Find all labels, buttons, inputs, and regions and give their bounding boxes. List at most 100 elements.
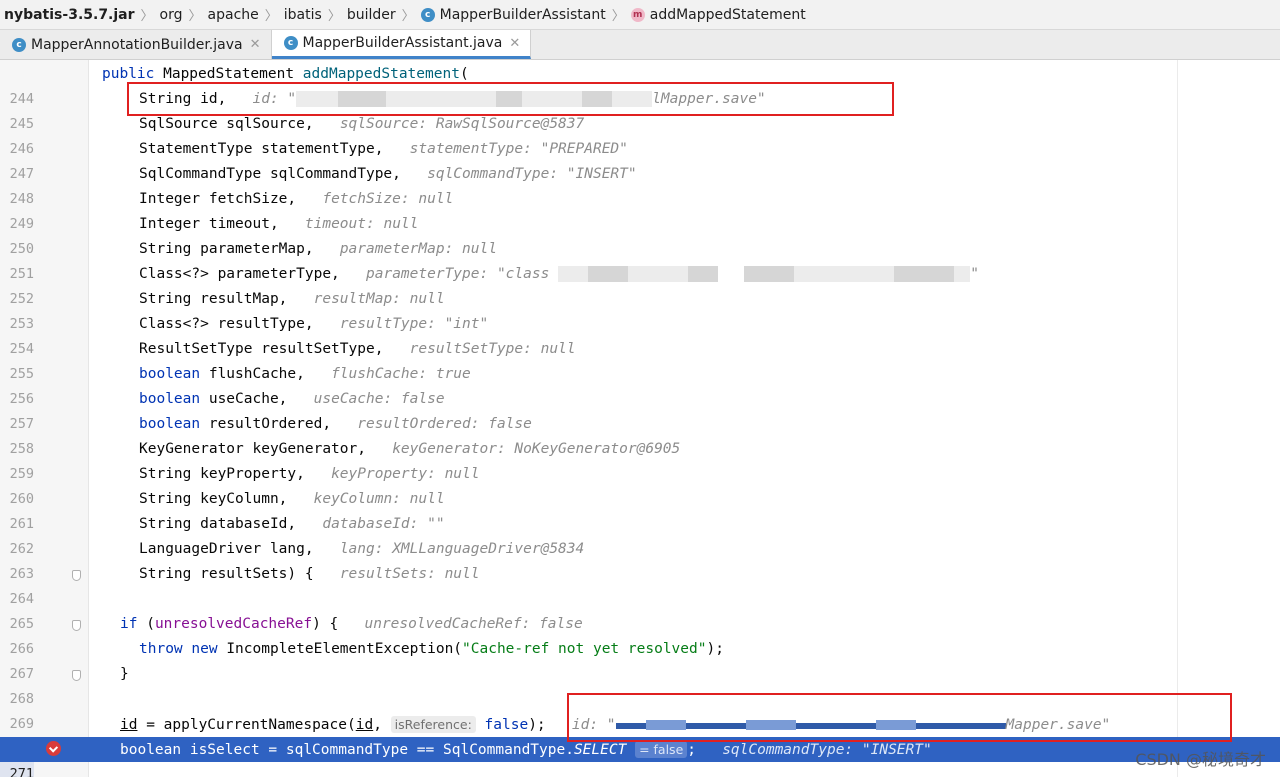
code-field: unresolvedCacheRef bbox=[154, 616, 313, 632]
code-enum-constant: SELECT bbox=[573, 742, 627, 758]
debug-value-hint: keyColumn: null bbox=[313, 491, 445, 507]
code-text: SqlSource sqlSource, bbox=[139, 116, 314, 132]
code-text: String keyProperty, bbox=[139, 466, 305, 482]
code-keyword: boolean bbox=[139, 416, 201, 432]
code-line: 264 String resultSets) { resultSets: nul… bbox=[0, 562, 1280, 607]
code-text: ); bbox=[528, 717, 546, 733]
code-text: useCache, bbox=[200, 391, 288, 407]
code-argument: id bbox=[355, 717, 374, 733]
navigation-breadcrumb: nybatis-3.5.7.jar 〉 org 〉 apache 〉 ibati… bbox=[0, 0, 1280, 30]
class-c-icon: c bbox=[283, 36, 298, 50]
close-icon[interactable]: ✕ bbox=[509, 36, 520, 51]
code-line: 252 Class<?> parameterType, parameterTyp… bbox=[0, 262, 1280, 307]
code-line: 248 SqlCommandType sqlCommandType, sqlCo… bbox=[0, 162, 1280, 207]
code-line: 257 boolean useCache, useCache: false bbox=[0, 387, 1280, 432]
fold-marker-icon[interactable] bbox=[72, 570, 81, 581]
code-text: ResultSetType resultSetType, bbox=[139, 341, 384, 357]
breadcrumb-chevron-icon: 〉 bbox=[140, 9, 154, 24]
code-line: 262 String databaseId, databaseId: "" bbox=[0, 512, 1280, 557]
breadcrumb-chevron-icon: 〉 bbox=[264, 9, 278, 24]
breadcrumb-class-label: MapperBuilderAssistant bbox=[439, 6, 606, 23]
redacted-text bbox=[588, 266, 629, 282]
debug-value-hint: resultOrdered: false bbox=[357, 416, 532, 432]
code-text: ); bbox=[706, 641, 724, 657]
debug-value-hint: timeout: null bbox=[304, 216, 419, 232]
editor-tab-bar: c MapperAnnotationBuilder.java ✕ c Mappe… bbox=[0, 30, 1280, 60]
debug-value-hint: databaseId: "" bbox=[322, 516, 445, 532]
code-text: String keyColumn, bbox=[139, 491, 288, 507]
code-keyword: public bbox=[102, 66, 155, 82]
code-text: ( bbox=[137, 616, 155, 632]
code-text: ; bbox=[687, 742, 696, 758]
debug-value-hint: parameterMap: null bbox=[339, 241, 497, 257]
debug-value-hint: sqlCommandType: "INSERT" bbox=[722, 742, 932, 758]
tab-mapper-annotation-builder[interactable]: c MapperAnnotationBuilder.java ✕ bbox=[0, 30, 272, 59]
breadcrumb-package-builder[interactable]: builder bbox=[343, 7, 400, 23]
code-line: 247 StatementType statementType, stateme… bbox=[0, 137, 1280, 182]
code-line: 253 String resultMap, resultMap: null bbox=[0, 287, 1280, 332]
code-line: 255 ResultSetType resultSetType, resultS… bbox=[0, 337, 1280, 382]
code-text: String databaseId, bbox=[139, 516, 297, 532]
code-line: 267 throw new IncompleteElementException… bbox=[0, 637, 1280, 682]
code-text: = applyCurrentNamespace( bbox=[137, 717, 356, 733]
breadcrumb-class[interactable]: c MapperBuilderAssistant bbox=[417, 7, 610, 23]
debug-value-hint: fetchSize: null bbox=[322, 191, 454, 207]
redacted-text bbox=[894, 266, 955, 282]
code-text: Class<?> resultType, bbox=[139, 316, 314, 332]
code-text: KeyGenerator keyGenerator, bbox=[139, 441, 366, 457]
breadcrumb-chevron-icon: 〉 bbox=[327, 9, 341, 24]
code-keyword: boolean bbox=[139, 391, 201, 407]
inline-value-hint: = false bbox=[635, 741, 688, 758]
code-line: 265 bbox=[0, 587, 1280, 632]
code-text: IncompleteElementException( bbox=[217, 641, 463, 657]
code-text: Integer timeout, bbox=[139, 216, 279, 232]
code-text: ( bbox=[459, 66, 469, 82]
code-line: 254 Class<?> resultType, resultType: "in… bbox=[0, 312, 1280, 357]
code-editor[interactable]: 244 public MappedStatement addMappedStat… bbox=[0, 60, 1280, 777]
tab-label: MapperBuilderAssistant.java bbox=[302, 35, 503, 51]
debug-value-hint: flushCache: true bbox=[331, 366, 471, 382]
code-line: 260 String keyProperty, keyProperty: nul… bbox=[0, 462, 1280, 507]
breadcrumb-package-apache[interactable]: apache bbox=[204, 7, 263, 23]
code-text: Integer fetchSize, bbox=[139, 191, 297, 207]
debug-value-hint: keyGenerator: NoKeyGenerator@6905 bbox=[392, 441, 681, 457]
debug-value-hint: useCache: false bbox=[313, 391, 445, 407]
code-keyword: false bbox=[484, 717, 529, 733]
breadcrumb-jar[interactable]: nybatis-3.5.7.jar bbox=[0, 7, 139, 23]
code-type: MappedStatement bbox=[154, 66, 303, 82]
code-line: 251 String parameterMap, parameterMap: n… bbox=[0, 237, 1280, 282]
breadcrumb-package-org[interactable]: org bbox=[156, 7, 187, 23]
breakpoint-icon[interactable] bbox=[46, 741, 61, 756]
code-text: String resultSets) { bbox=[139, 566, 314, 582]
method-m-icon: m bbox=[630, 7, 645, 22]
code-line: 266 if (unresolvedCacheRef) { unresolved… bbox=[0, 612, 1280, 657]
code-text: Class<?> parameterType, bbox=[139, 266, 340, 282]
breadcrumb-chevron-icon: 〉 bbox=[188, 9, 202, 24]
tab-mapper-builder-assistant[interactable]: c MapperBuilderAssistant.java ✕ bbox=[271, 30, 532, 59]
code-text: String parameterMap, bbox=[139, 241, 314, 257]
redacted-text bbox=[628, 266, 689, 282]
code-variable: id bbox=[120, 717, 138, 733]
debug-value-hint: parameterType: "class bbox=[366, 266, 550, 282]
code-keyword: throw bbox=[139, 641, 183, 657]
redacted-text bbox=[558, 266, 589, 282]
code-method-name: addMappedStatement bbox=[302, 66, 460, 82]
code-string: "Cache-ref not yet resolved" bbox=[462, 641, 707, 657]
code-line: 250 Integer timeout, timeout: null bbox=[0, 212, 1280, 257]
code-text: isSelect = sqlCommandType == SqlCommandT… bbox=[181, 742, 574, 758]
highlight-box-id-param bbox=[127, 82, 894, 116]
fold-marker-icon[interactable] bbox=[72, 620, 81, 631]
close-icon[interactable]: ✕ bbox=[250, 37, 261, 52]
breadcrumb-method[interactable]: m addMappedStatement bbox=[627, 7, 810, 23]
code-line: 268 } bbox=[0, 662, 1280, 707]
watermark: CSDN @秘境奇才 bbox=[1135, 750, 1266, 769]
code-line: 258 boolean resultOrdered, resultOrdered… bbox=[0, 412, 1280, 457]
fold-marker-icon[interactable] bbox=[72, 670, 81, 681]
code-keyword: if bbox=[120, 616, 138, 632]
class-c-icon: c bbox=[12, 37, 26, 52]
debug-value-hint: " bbox=[970, 266, 979, 282]
tab-label: MapperAnnotationBuilder.java bbox=[31, 36, 243, 53]
debug-value-hint: sqlCommandType: "INSERT" bbox=[427, 166, 637, 182]
code-text: LanguageDriver lang, bbox=[139, 541, 314, 557]
breadcrumb-package-ibatis[interactable]: ibatis bbox=[280, 7, 326, 23]
